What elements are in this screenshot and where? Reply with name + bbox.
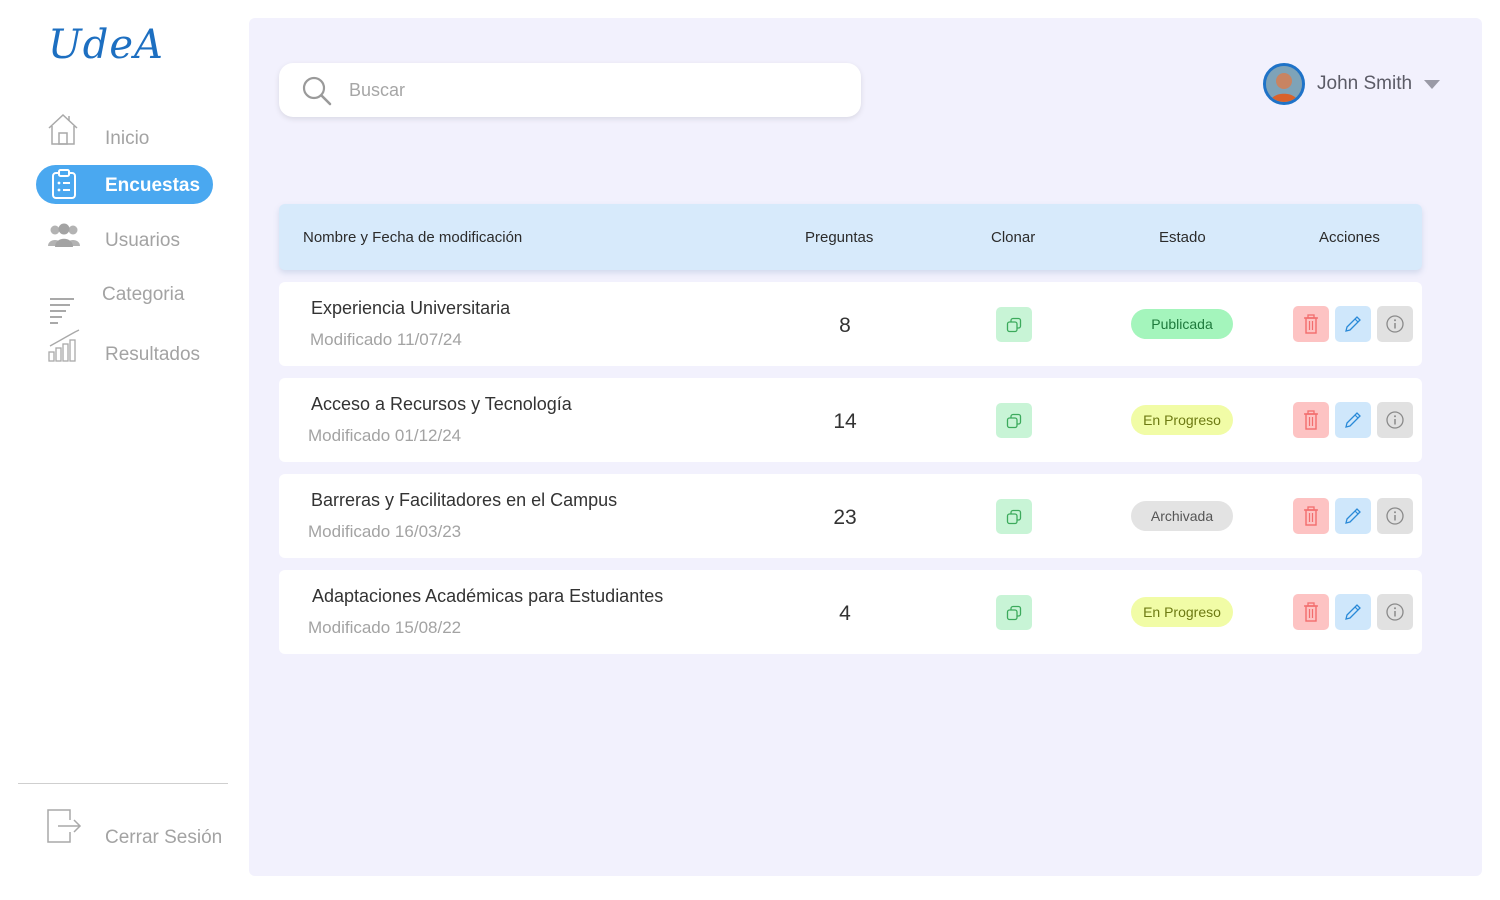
table-header: Nombre y Fecha de modificación Preguntas…: [279, 204, 1422, 270]
logout-icon: [47, 809, 82, 843]
question-count: 8: [839, 314, 851, 337]
survey-title[interactable]: Barreras y Facilitadores en el Campus: [311, 490, 617, 511]
copy-icon: [1006, 605, 1022, 620]
sidebar-divider: [18, 783, 228, 784]
sidebar-item-label: Inicio: [105, 128, 150, 149]
sidebar-item-label: Encuestas: [105, 175, 201, 196]
status-badge: En Progreso: [1131, 405, 1233, 435]
copy-icon: [1006, 509, 1022, 524]
edit-button[interactable]: [1335, 402, 1371, 438]
logout-button[interactable]: Cerrar Sesión: [46, 808, 236, 848]
sidebar-item-usuarios[interactable]: Usuarios: [46, 222, 226, 258]
delete-button[interactable]: [1293, 594, 1329, 630]
info-icon: [1386, 411, 1404, 429]
avatar-image: [1266, 66, 1302, 102]
trash-icon: [1304, 314, 1318, 334]
edit-button[interactable]: [1335, 498, 1371, 534]
trash-icon: [1304, 506, 1318, 526]
table-row[interactable]: Adaptaciones Académicas para Estudiantes…: [279, 570, 1422, 654]
home-icon: [48, 113, 78, 145]
copy-icon: [1006, 413, 1022, 428]
logout-label: Cerrar Sesión: [105, 827, 223, 848]
pencil-icon: [1345, 508, 1361, 524]
pencil-icon: [1345, 412, 1361, 428]
list-icon: [50, 298, 74, 324]
search-bar[interactable]: [279, 63, 861, 117]
pencil-icon: [1345, 316, 1361, 332]
survey-modified-date: Modificado 16/03/23: [308, 522, 462, 541]
user-menu[interactable]: John Smith: [1263, 63, 1441, 105]
clone-button[interactable]: [996, 595, 1032, 630]
sidebar-item-label: Resultados: [105, 344, 201, 365]
question-count: 14: [833, 410, 857, 433]
clone-button[interactable]: [996, 403, 1032, 438]
delete-button[interactable]: [1293, 306, 1329, 342]
app-logo[interactable]: UdeA: [48, 22, 164, 68]
chevron-down-icon[interactable]: [1424, 79, 1441, 89]
column-header-clone: Clonar: [991, 229, 1036, 246]
sidebar-item-resultados[interactable]: Resultados: [46, 326, 226, 366]
copy-icon: [1006, 317, 1022, 332]
search-icon: [302, 76, 332, 106]
survey-title[interactable]: Adaptaciones Académicas para Estudiantes: [312, 586, 663, 607]
survey-title[interactable]: Experiencia Universitaria: [311, 298, 510, 319]
table-row[interactable]: Experiencia Universitaria Modificado 11/…: [279, 282, 1422, 366]
question-count: 4: [839, 602, 851, 625]
table-row[interactable]: Barreras y Facilitadores en el Campus Mo…: [279, 474, 1422, 558]
table-row[interactable]: Acceso a Recursos y Tecnología Modificad…: [279, 378, 1422, 462]
info-button[interactable]: [1377, 498, 1413, 534]
question-count: 23: [833, 506, 857, 529]
survey-modified-date: Modificado 01/12/24: [308, 426, 462, 445]
delete-button[interactable]: [1293, 498, 1329, 534]
edit-button[interactable]: [1335, 306, 1371, 342]
main-panel: John Smith Nombre y Fecha de modificació…: [249, 18, 1482, 876]
clone-button[interactable]: [996, 499, 1032, 534]
column-header-name: Nombre y Fecha de modificación: [303, 229, 523, 246]
sidebar-item-encuestas[interactable]: Encuestas: [36, 165, 213, 204]
bar-chart-icon: [48, 329, 80, 362]
sidebar-item-inicio[interactable]: Inicio: [46, 112, 226, 152]
sidebar-item-label: Usuarios: [105, 230, 180, 251]
user-name: John Smith: [1317, 73, 1413, 94]
info-icon: [1386, 603, 1404, 621]
status-badge: Publicada: [1131, 309, 1233, 339]
avatar[interactable]: [1263, 63, 1305, 105]
column-header-questions: Preguntas: [805, 229, 874, 246]
search-input[interactable]: [349, 75, 829, 105]
clone-button[interactable]: [996, 307, 1032, 342]
users-icon: [48, 223, 80, 247]
column-header-actions: Acciones: [1319, 229, 1380, 246]
info-icon: [1386, 315, 1404, 333]
status-badge: En Progreso: [1131, 597, 1233, 627]
survey-modified-date: Modificado 15/08/22: [308, 618, 462, 637]
sidebar-item-categoria[interactable]: Categoria: [46, 280, 226, 326]
sidebar-item-label: Categoria: [102, 284, 185, 305]
info-button[interactable]: [1377, 594, 1413, 630]
survey-modified-date: Modificado 11/07/24: [310, 330, 462, 349]
info-button[interactable]: [1377, 306, 1413, 342]
delete-button[interactable]: [1293, 402, 1329, 438]
pencil-icon: [1345, 604, 1361, 620]
survey-title[interactable]: Acceso a Recursos y Tecnología: [311, 394, 572, 415]
app-root: UdeA Inicio Encuestas Usuarios Categoria…: [0, 0, 1500, 900]
trash-icon: [1304, 602, 1318, 622]
trash-icon: [1304, 410, 1318, 430]
column-header-status: Estado: [1159, 229, 1206, 246]
info-icon: [1386, 507, 1404, 525]
edit-button[interactable]: [1335, 594, 1371, 630]
status-badge: Archivada: [1131, 501, 1233, 531]
clipboard-icon: [52, 169, 76, 199]
info-button[interactable]: [1377, 402, 1413, 438]
